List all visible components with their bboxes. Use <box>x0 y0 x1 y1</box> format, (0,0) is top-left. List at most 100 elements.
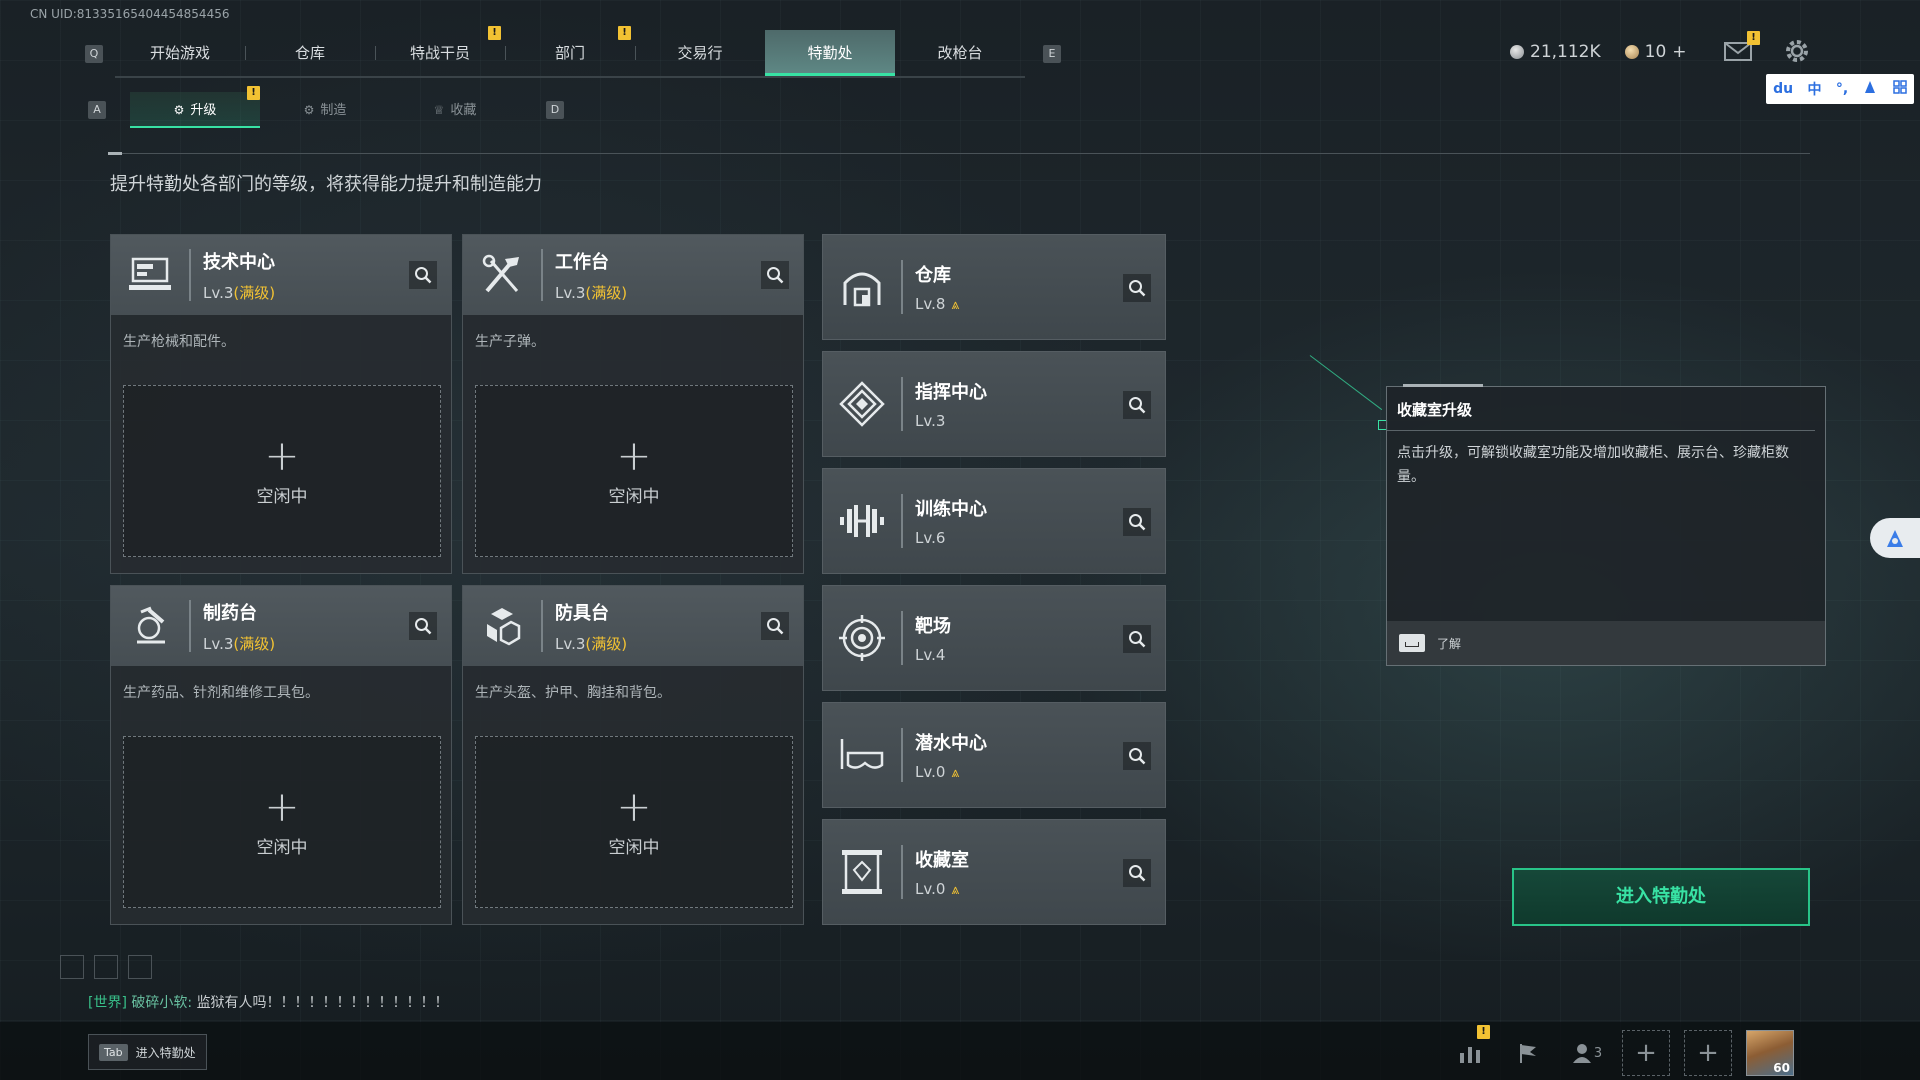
level-value: Lv.0 <box>915 880 946 898</box>
sub-tab-label: 制造 <box>320 103 347 118</box>
search-icon[interactable] <box>1123 391 1151 419</box>
sub-tabs: ⚙ 升级! ⚙ 制造 ♕ 收藏 <box>130 86 520 128</box>
tooltip-title: 收藏室升级 <box>1387 387 1815 431</box>
nav-tab[interactable]: 特战干员! <box>375 26 505 76</box>
chat-line[interactable]: [世界] 破碎小软: 监狱有人吗！！！！！！！！！！！！！ <box>88 992 449 1012</box>
level-value: Lv.6 <box>915 529 946 547</box>
flag-icon[interactable] <box>1506 1031 1550 1075</box>
production-card[interactable]: 技术中心 Lv.3(满级) 生产枪械和配件。 + 空闲中 <box>110 234 452 574</box>
subnav-next-key[interactable]: D <box>546 101 564 119</box>
upgrade-arrow-icon: ⩓ <box>951 882 960 898</box>
gold-currency[interactable]: 10 + <box>1624 42 1687 62</box>
currency-bar: 21,112K 10 + <box>1510 42 1687 62</box>
shooting-range-icon <box>823 585 901 691</box>
ime-grid-icon[interactable] <box>1893 80 1907 98</box>
tooltip-action-label: 了解 <box>1437 636 1462 651</box>
nav-tab[interactable]: 部门! <box>505 26 635 76</box>
ime-punctuation[interactable]: °, <box>1836 81 1848 97</box>
card-separator <box>541 600 543 652</box>
production-card[interactable]: 制药台 Lv.3(满级) 生产药品、针剂和维修工具包。 + 空闲中 <box>110 585 452 925</box>
subnav-prev-key[interactable]: A <box>88 101 106 119</box>
silver-coin-icon <box>1510 45 1524 59</box>
armor-bench-icon <box>463 586 541 666</box>
silver-currency[interactable]: 21,112K <box>1510 42 1601 62</box>
diving-center-icon <box>823 702 901 808</box>
workbench-icon <box>463 235 541 315</box>
chat-channel: [世界] <box>88 995 127 1011</box>
production-slot[interactable]: + 空闲中 <box>475 736 793 908</box>
facility-title: 收藏室 <box>915 850 969 871</box>
enter-special-ops-button[interactable]: 进入特勤处 <box>1512 868 1810 926</box>
search-icon[interactable] <box>761 612 789 640</box>
search-icon[interactable] <box>1123 508 1151 536</box>
friends-button[interactable]: 3 <box>1564 1031 1608 1075</box>
sub-tab[interactable]: ⚙ 升级! <box>130 86 260 128</box>
add-teammate-button[interactable]: + <box>1684 1030 1732 1076</box>
nav-tab[interactable]: 开始游戏 <box>115 30 245 76</box>
facility-titles: 指挥中心 Lv.3 <box>915 378 987 430</box>
nav-tab-label: 开始游戏 <box>149 44 210 62</box>
max-level-tag: (满级) <box>585 283 628 302</box>
thumbnail[interactable] <box>60 955 84 979</box>
search-icon[interactable] <box>1123 859 1151 887</box>
player-avatar[interactable]: 60 <box>1746 1030 1794 1076</box>
card-titles: 技术中心 Lv.3(满级) <box>203 248 275 303</box>
card-separator <box>901 611 903 665</box>
search-icon[interactable] <box>1123 625 1151 653</box>
add-teammate-button[interactable]: + <box>1622 1030 1670 1076</box>
nav-next-key[interactable]: E <box>1043 45 1061 63</box>
upgrade-icon: ⚙ <box>173 103 185 117</box>
ime-language[interactable]: 中 <box>1807 79 1821 99</box>
sub-tab-label: 升级 <box>190 103 217 118</box>
mail-icon[interactable]: ! <box>1722 31 1760 66</box>
plus-icon: + <box>264 430 300 480</box>
nav-tab[interactable]: 仓库 <box>245 30 375 76</box>
search-icon[interactable] <box>409 612 437 640</box>
nav-tab[interactable]: 交易行 <box>635 30 765 76</box>
sub-tab[interactable]: ⚙ 制造 <box>260 92 390 128</box>
ime-toolbar[interactable]: du 中 °, <box>1766 74 1914 104</box>
thumbnail[interactable] <box>128 955 152 979</box>
command-center-icon <box>823 351 901 457</box>
bottom-icons: ! 3 + + 60 <box>1448 1025 1794 1076</box>
search-icon[interactable] <box>1123 274 1151 302</box>
ime-skin-icon[interactable] <box>1862 79 1878 99</box>
top-nav: Q 开始游戏 仓库 特战干员! 部门! 交易行 特勤处 改枪台 E <box>85 26 1061 78</box>
sub-tab[interactable]: ♕ 收藏 <box>390 92 520 128</box>
max-level-tag: (满级) <box>233 283 276 302</box>
search-icon[interactable] <box>761 261 789 289</box>
gear-icon[interactable] <box>1782 36 1814 66</box>
production-card[interactable]: 防具台 Lv.3(满级) 生产头盔、护甲、胸挂和背包。 + 空闲中 <box>462 585 804 925</box>
production-slot[interactable]: + 空闲中 <box>475 385 793 557</box>
sub-nav: A ⚙ 升级! ⚙ 制造 ♕ 收藏 D <box>88 86 564 128</box>
facility-item[interactable]: 训练中心 Lv.6 <box>822 468 1166 574</box>
nav-tab[interactable]: 改枪台 <box>895 30 1025 76</box>
search-icon[interactable] <box>1123 742 1151 770</box>
level-value: Lv.3 <box>555 634 586 653</box>
tab-hint-label: 进入特勤处 <box>135 1045 196 1060</box>
chat-user[interactable]: 破碎小软: <box>131 995 192 1011</box>
card-separator <box>189 249 191 301</box>
facility-item[interactable]: 靶场 Lv.4 <box>822 585 1166 691</box>
max-level-tag: (满级) <box>233 634 276 653</box>
sub-tab-label: 收藏 <box>450 103 477 118</box>
nav-prev-key[interactable]: Q <box>85 45 103 63</box>
thumbnail[interactable] <box>94 955 118 979</box>
ime-brand[interactable]: du <box>1773 81 1793 97</box>
card-title: 工作台 <box>555 251 609 273</box>
facility-item[interactable]: 收藏室 Lv.0 ⩓ <box>822 819 1166 925</box>
facility-titles: 靶场 Lv.4 <box>915 612 951 664</box>
production-card[interactable]: 工作台 Lv.3(满级) 生产子弹。 + 空闲中 <box>462 234 804 574</box>
facility-item[interactable]: 潜水中心 Lv.0 ⩓ <box>822 702 1166 808</box>
gold-add-button[interactable]: + <box>1672 42 1686 62</box>
tooltip-learn-more[interactable]: 了解 <box>1387 621 1825 665</box>
production-slot[interactable]: + 空闲中 <box>123 385 441 557</box>
tab-hint-button[interactable]: Tab 进入特勤处 <box>88 1034 207 1070</box>
nav-tab[interactable]: 特勤处 <box>765 30 895 76</box>
assistant-side-button[interactable] <box>1870 518 1920 558</box>
search-icon[interactable] <box>409 261 437 289</box>
stats-chart-icon[interactable]: ! <box>1448 1025 1492 1075</box>
production-slot[interactable]: + 空闲中 <box>123 736 441 908</box>
facility-item[interactable]: 指挥中心 Lv.3 <box>822 351 1166 457</box>
facility-item[interactable]: 仓库 Lv.8 ⩓ <box>822 234 1166 340</box>
